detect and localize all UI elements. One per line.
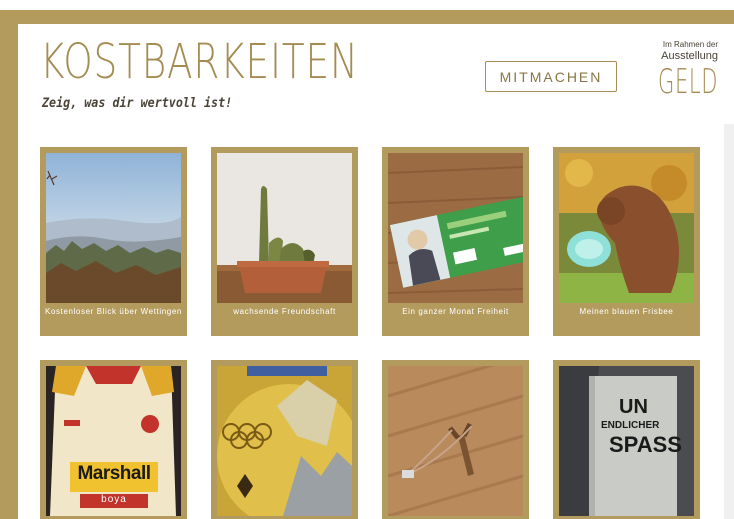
card-caption: Kostenloser Blick über Wettingen bbox=[45, 307, 182, 316]
jersey-sponsor-text: boya bbox=[101, 494, 127, 505]
dog-frisbee-photo bbox=[559, 153, 694, 303]
gallery-card[interactable]: Meinen blauen Frisbee bbox=[553, 147, 700, 336]
gallery-card[interactable]: Marshall boya bbox=[40, 360, 187, 519]
book-title-line3: SPASS bbox=[609, 432, 682, 457]
mitmachen-button[interactable]: MITMACHEN bbox=[485, 61, 617, 92]
gallery-card[interactable] bbox=[211, 360, 358, 519]
scrollbar-track[interactable] bbox=[724, 124, 734, 519]
exhibition-logo-geld[interactable]: GELD bbox=[658, 62, 718, 102]
gold-medal-photo bbox=[217, 366, 352, 516]
book-title-line2: ENDLICHER bbox=[601, 420, 660, 431]
book-title-line1: UN bbox=[619, 396, 648, 418]
slingshot-photo bbox=[388, 366, 523, 516]
gallery-card[interactable]: Ein ganzer Monat Freiheit bbox=[382, 147, 529, 336]
gallery-card[interactable] bbox=[382, 360, 529, 519]
gallery-card[interactable]: UN ENDLICHER SPASS bbox=[553, 360, 700, 519]
exhibition-intro-line2: Ausstellung bbox=[661, 49, 718, 62]
exhibition-intro: Im Rahmen der Ausstellung bbox=[636, 40, 718, 62]
cactus-photo bbox=[217, 153, 352, 303]
page-content: KOSTBARKEITEN Zeig, was dir wertvoll ist… bbox=[18, 24, 734, 519]
card-caption: Ein ganzer Monat Freiheit bbox=[402, 307, 509, 316]
gallery-card[interactable]: wachsende Freundschaft bbox=[211, 147, 358, 336]
gallery-card[interactable]: Kostenloser Blick über Wettingen bbox=[40, 147, 187, 336]
landscape-photo bbox=[46, 153, 181, 303]
exhibition-intro-line1: Im Rahmen der bbox=[662, 40, 718, 49]
jersey-brand-text: Marshall bbox=[77, 463, 151, 484]
site-logo-title[interactable]: KOSTBARKEITEN bbox=[40, 38, 359, 86]
travel-pass-photo bbox=[388, 153, 523, 303]
card-caption: wachsende Freundschaft bbox=[233, 307, 336, 316]
site-logo-subtitle: Zeig, was dir wertvoll ist! bbox=[42, 96, 233, 111]
card-caption: Meinen blauen Frisbee bbox=[579, 307, 674, 316]
